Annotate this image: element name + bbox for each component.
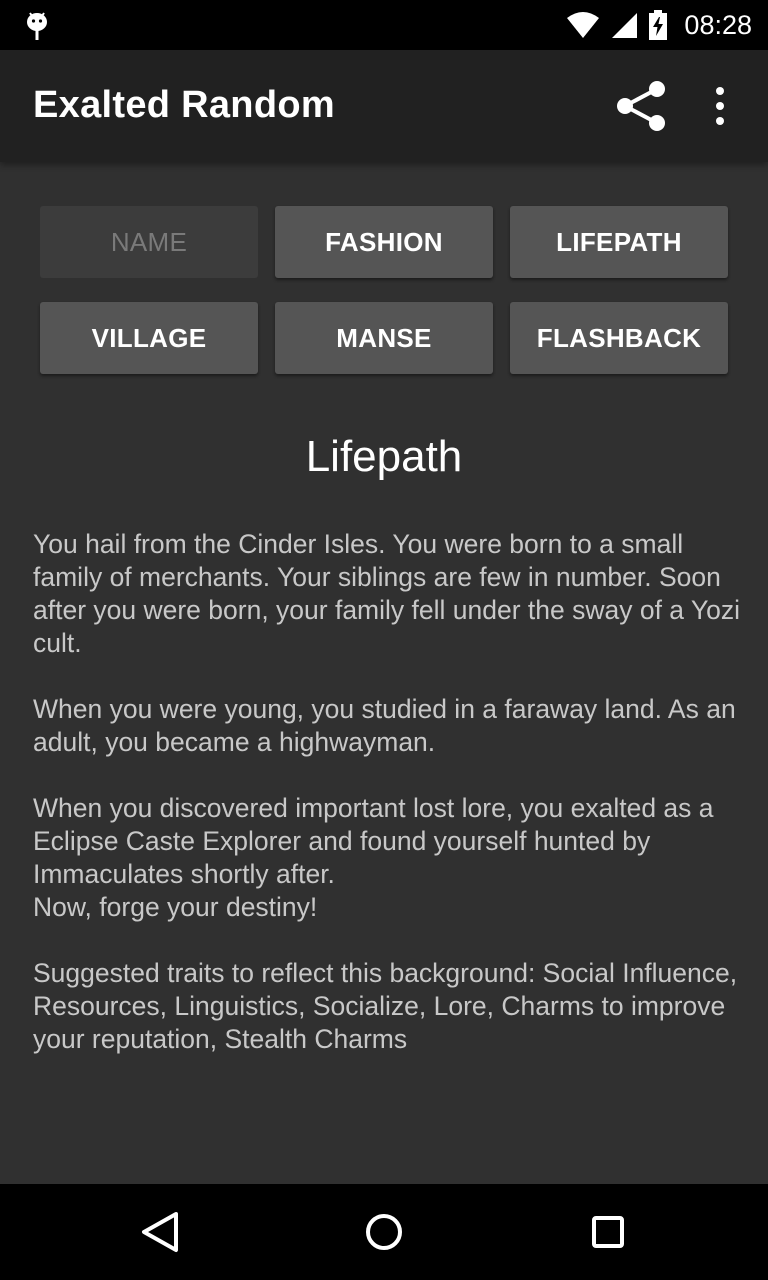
name-button[interactable]: NAME: [40, 206, 258, 278]
paragraph-suggested-traits: Suggested traits to reflect this backgro…: [33, 958, 738, 1054]
wifi-icon: [567, 12, 600, 38]
status-bar: 08:28: [0, 0, 768, 50]
more-vert-icon[interactable]: [700, 78, 740, 134]
cell-signal-icon: [612, 13, 638, 38]
app-title: Exalted Random: [33, 84, 335, 126]
navigation-bar: [0, 1184, 768, 1280]
status-icons: 08:28: [566, 0, 752, 50]
paragraph-origin: You hail from the Cinder Isles. You were…: [33, 529, 741, 658]
android-debug-icon: [27, 12, 47, 40]
share-icon[interactable]: [612, 78, 668, 134]
village-button[interactable]: VILLAGE: [40, 302, 258, 374]
flashback-button[interactable]: FLASHBACK: [510, 302, 728, 374]
status-time: 08:28: [684, 9, 752, 40]
app-bar: Exalted Random: [0, 50, 768, 162]
lifepath-button[interactable]: LIFEPATH: [510, 206, 728, 278]
paragraph-youth: When you were young, you studied in a fa…: [33, 694, 736, 757]
paragraph-exaltation: When you discovered important lost lore,…: [33, 793, 714, 889]
screen: 08:28 Exalted Random NAME FASHION LIFEPA…: [0, 0, 768, 1280]
fashion-button[interactable]: FASHION: [275, 206, 493, 278]
recents-icon[interactable]: [584, 1208, 632, 1256]
result-text: You hail from the Cinder Isles. You were…: [33, 528, 743, 1089]
section-title: Lifepath: [305, 432, 463, 481]
battery-charging-icon: [649, 10, 668, 40]
home-icon[interactable]: [360, 1208, 408, 1256]
manse-button[interactable]: MANSE: [275, 302, 493, 374]
back-icon[interactable]: [136, 1208, 184, 1256]
paragraph-destiny: Now, forge your destiny!: [33, 892, 318, 922]
